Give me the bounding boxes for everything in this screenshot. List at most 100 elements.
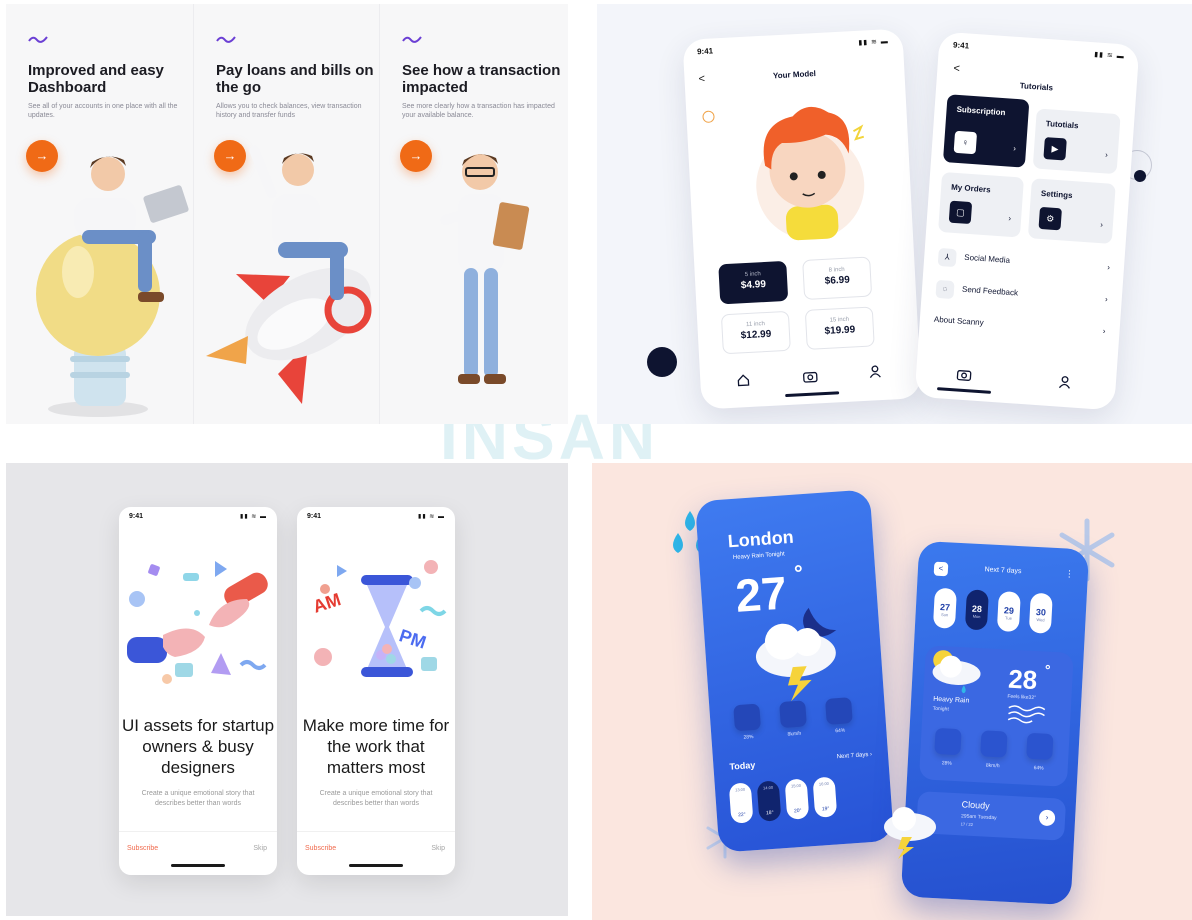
- weather-app-showcase: London Heavy Rain Tonight 27 ° 28% 8km/h…: [592, 463, 1192, 920]
- rain-icon: [733, 703, 761, 732]
- cloudy-subtitle: 295am Tuesday: [960, 813, 997, 822]
- hero-description: Create a unique emotional story that des…: [141, 790, 255, 807]
- home-icon[interactable]: [736, 373, 751, 388]
- chevron-right-icon: ›: [1099, 220, 1104, 230]
- onboarding-desc: See all of your accounts in one place wi…: [28, 103, 178, 119]
- decorative-ring: [702, 110, 715, 124]
- cloudy-title: Cloudy: [961, 799, 990, 811]
- hero-description: Create a unique emotional story that des…: [319, 790, 433, 807]
- status-icons: ▮▮ ≋ ▬: [418, 514, 445, 520]
- camera-icon[interactable]: [802, 369, 819, 384]
- gear-icon: ⚙: [1038, 206, 1062, 231]
- price-option[interactable]: 11 inch $12.99: [720, 310, 791, 355]
- day-pill[interactable]: 29 Tue: [996, 591, 1021, 633]
- status-time: 9:41: [129, 513, 144, 520]
- camera-icon[interactable]: [956, 367, 973, 382]
- chevron-right-icon: ›: [1008, 213, 1012, 223]
- hero-title: UI assets for startup owners & busy desi…: [121, 716, 275, 777]
- chevron-right-icon: ›: [1106, 262, 1111, 272]
- rain-icon: [934, 727, 962, 756]
- status-time: 9:41: [307, 513, 322, 520]
- page-title: Your Model: [772, 69, 817, 81]
- tutorials-card[interactable]: Tutotials ▶ ›: [1032, 108, 1121, 175]
- wind-speed: 8km/h: [787, 730, 802, 738]
- degree-symbol: °: [1044, 661, 1051, 678]
- subscribe-link[interactable]: Subscribe: [127, 845, 158, 852]
- hour-forecast[interactable]: 16:00 19°: [812, 776, 838, 818]
- today-label: Today: [729, 759, 756, 772]
- skip-link[interactable]: Skip: [253, 845, 267, 852]
- tutorials-phone: 9:41 ▮▮ ≋ ▬ < Tutorials Subscription ♀ ›…: [914, 31, 1140, 411]
- price-option[interactable]: 5 inch $4.99: [718, 260, 789, 305]
- skip-link[interactable]: Skip: [431, 845, 445, 852]
- wind-icon: [980, 730, 1008, 758]
- status-icons: ▮▮ ≋ ▬: [858, 38, 890, 47]
- hourglass-illustration: [314, 560, 447, 677]
- price-option[interactable]: 8 inch $6.99: [802, 256, 873, 300]
- day-pill[interactable]: 28 Mon: [964, 589, 989, 631]
- clipboard-character-illustration: [440, 154, 530, 384]
- onboarding-panel-3: See how a transaction impacted See more …: [380, 4, 568, 424]
- day-pill[interactable]: 30 Wed: [1028, 592, 1053, 634]
- feedback-icon: ◌: [935, 279, 955, 300]
- onboarding-panel-2: Pay loans and bills on the go Allows you…: [194, 4, 380, 424]
- cloudy-pager: 17 / 22: [960, 821, 974, 827]
- degree-symbol: °: [793, 560, 804, 586]
- decorative-dot: [647, 347, 677, 377]
- onboarding-desc: See more clearly how a transaction has i…: [402, 103, 555, 119]
- back-icon[interactable]: <: [953, 63, 960, 75]
- next-7-days-link[interactable]: Next 7 days ›: [837, 752, 873, 760]
- price-option[interactable]: 15 inch $19.99: [804, 306, 875, 350]
- showcase-canvas: INSAN Improved and easy Dashboard See al…: [0, 0, 1192, 920]
- home-indicator: [171, 864, 225, 867]
- hour-forecast[interactable]: 15:00 20°: [784, 778, 810, 820]
- decorative-dot: [1134, 170, 1146, 182]
- hour-forecast[interactable]: 14:00 18°: [756, 780, 782, 822]
- day-pill[interactable]: 27 Sun: [932, 587, 957, 629]
- social-media-row[interactable]: ⅄ Social Media ›: [937, 246, 1111, 280]
- chevron-right-icon: ›: [1102, 326, 1106, 336]
- trophy-icon: ♀: [953, 130, 978, 155]
- hour-forecast[interactable]: 13:00 22°: [728, 782, 754, 824]
- status-time: 9:41: [952, 40, 970, 51]
- footer-divider: [297, 831, 455, 832]
- wind-icon: [779, 700, 807, 729]
- london-weather-phone: London Heavy Rain Tonight 27 ° 28% 8km/h…: [694, 489, 895, 853]
- chevron-right-icon: ›: [1013, 143, 1017, 154]
- user-icon[interactable]: [868, 364, 883, 379]
- hero-title: Make more time for the work that matters…: [302, 716, 450, 777]
- onboarding-desc: Allows you to check balances, view trans…: [216, 103, 362, 119]
- weather-subtitle: Heavy Rain Tonight: [732, 551, 785, 562]
- home-indicator: [349, 864, 403, 867]
- more-menu-icon[interactable]: ⋮: [1065, 568, 1075, 579]
- chevron-right-icon[interactable]: ›: [1038, 809, 1056, 827]
- squiggle-icon: [216, 36, 236, 43]
- wind-waves-icon: [1007, 705, 1046, 724]
- ui-assets-phone: 9:41 ▮▮ ≋ ▬ UI assets for startup owners…: [119, 507, 277, 875]
- forecast-card: 28 ° Feels like32° Heavy Rain Tonight 28…: [918, 645, 1074, 787]
- chevron-right-icon: ›: [1104, 294, 1109, 304]
- subscription-card[interactable]: Subscription ♀ ›: [942, 94, 1030, 168]
- chevron-right-icon: ›: [1104, 150, 1109, 160]
- onboarding-panel-1: Improved and easy Dashboard See all of y…: [6, 4, 194, 424]
- feels-like: Feels like32°: [1007, 693, 1037, 702]
- bag-icon: ▢: [948, 200, 973, 225]
- humidity: 64%: [835, 727, 846, 735]
- squiggle-icon: [28, 36, 48, 43]
- condition: Heavy Rain: [932, 695, 970, 705]
- my-orders-card[interactable]: My Orders ▢ ›: [938, 171, 1025, 238]
- subscribe-link[interactable]: Subscribe: [305, 845, 336, 852]
- settings-card[interactable]: Settings ⚙ ›: [1027, 178, 1116, 244]
- ui-assets-showcase: 9:41 ▮▮ ≋ ▬ UI assets for startup owners…: [6, 463, 568, 916]
- onboarding-title: Pay loans and bills on the go: [216, 62, 374, 96]
- hands-illustration: [127, 561, 268, 684]
- about-row[interactable]: About Scanny ›: [933, 310, 1106, 344]
- user-icon[interactable]: [1057, 375, 1072, 390]
- play-icon: ▶: [1043, 137, 1067, 161]
- rain-cloud-icon: [932, 650, 981, 694]
- page-title: Next 7 days: [984, 566, 1022, 576]
- send-feedback-row[interactable]: ◌ Send Feedback ›: [935, 278, 1108, 312]
- humidity-icon: [825, 697, 853, 725]
- home-indicator: [785, 391, 840, 398]
- thunder-cloud-icon: [755, 607, 837, 702]
